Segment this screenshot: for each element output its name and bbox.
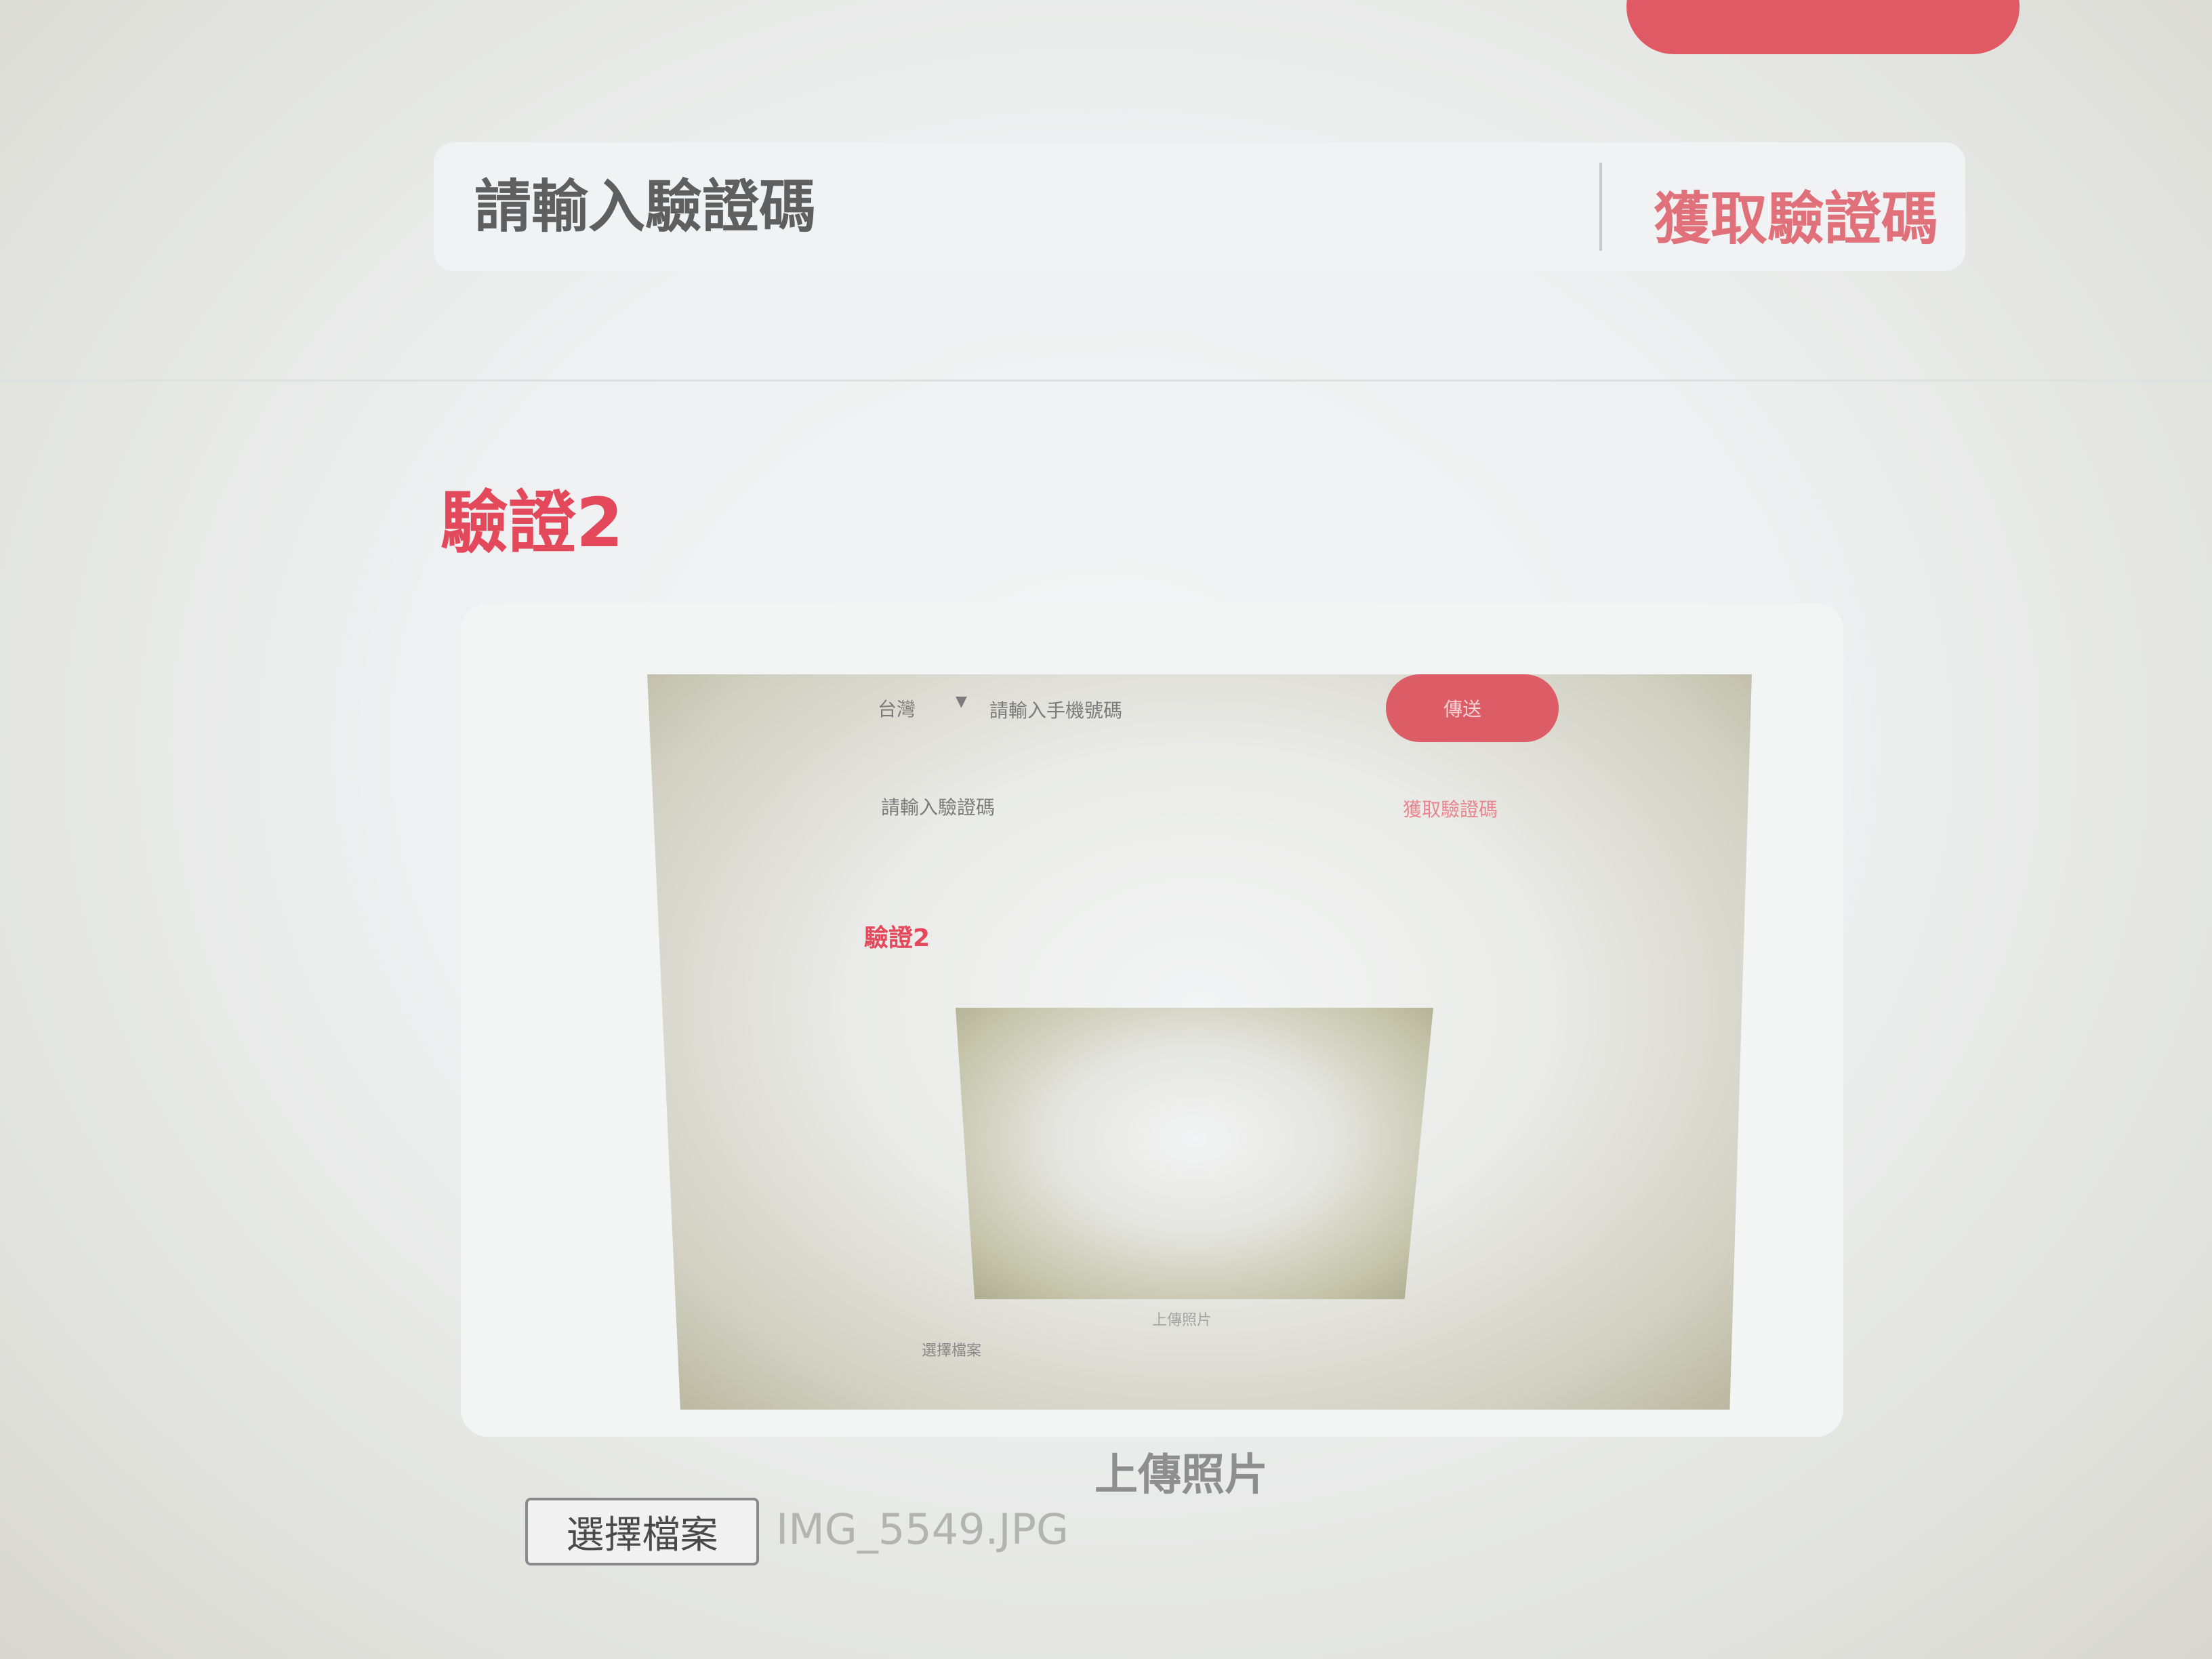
preview-dropdown-arrow-icon: ▼ — [956, 693, 967, 710]
uploaded-photo-preview: 台灣 ▼ 請輸入手機號碼 傳送 請輸入驗證碼 獲取驗證碼 驗證2 上傳照片 選擇… — [647, 674, 1752, 1410]
preview-choose-file-label: 選擇檔案 — [922, 1343, 982, 1359]
preview-upload-caption: 上傳照片 — [1152, 1312, 1212, 1329]
section-title: 驗證2 — [441, 483, 623, 562]
choose-file-button[interactable]: 選擇檔案 — [525, 1498, 759, 1565]
section-divider — [0, 380, 2212, 382]
preview-get-code-label: 獲取驗證碼 — [1403, 798, 1498, 821]
send-code-button[interactable] — [1626, 0, 2020, 54]
preview-code-placeholder: 請輸入驗證碼 — [881, 796, 996, 819]
preview-country-label: 台灣 — [878, 698, 916, 720]
code-row-divider — [1599, 163, 1602, 251]
preview-send-label: 傳送 — [1443, 698, 1482, 720]
selected-file-name: IMG_5549.JPG — [776, 1504, 1069, 1554]
preview-section-title: 驗證2 — [864, 924, 930, 952]
upload-photo-caption: 上傳照片 — [1094, 1450, 1268, 1500]
verification-page: 獲取驗證碼 驗證2 台灣 ▼ 請輸入手機號碼 傳送 請輸入驗證碼 獲取驗證碼 驗… — [0, 0, 2212, 1659]
verification-code-input[interactable] — [474, 169, 1572, 244]
preview-phone-placeholder: 請輸入手機號碼 — [989, 699, 1123, 722]
get-code-link[interactable]: 獲取驗證碼 — [1654, 173, 1938, 255]
preview-nested-photo — [956, 1008, 1433, 1299]
verification-code-row: 獲取驗證碼 — [434, 142, 1965, 271]
